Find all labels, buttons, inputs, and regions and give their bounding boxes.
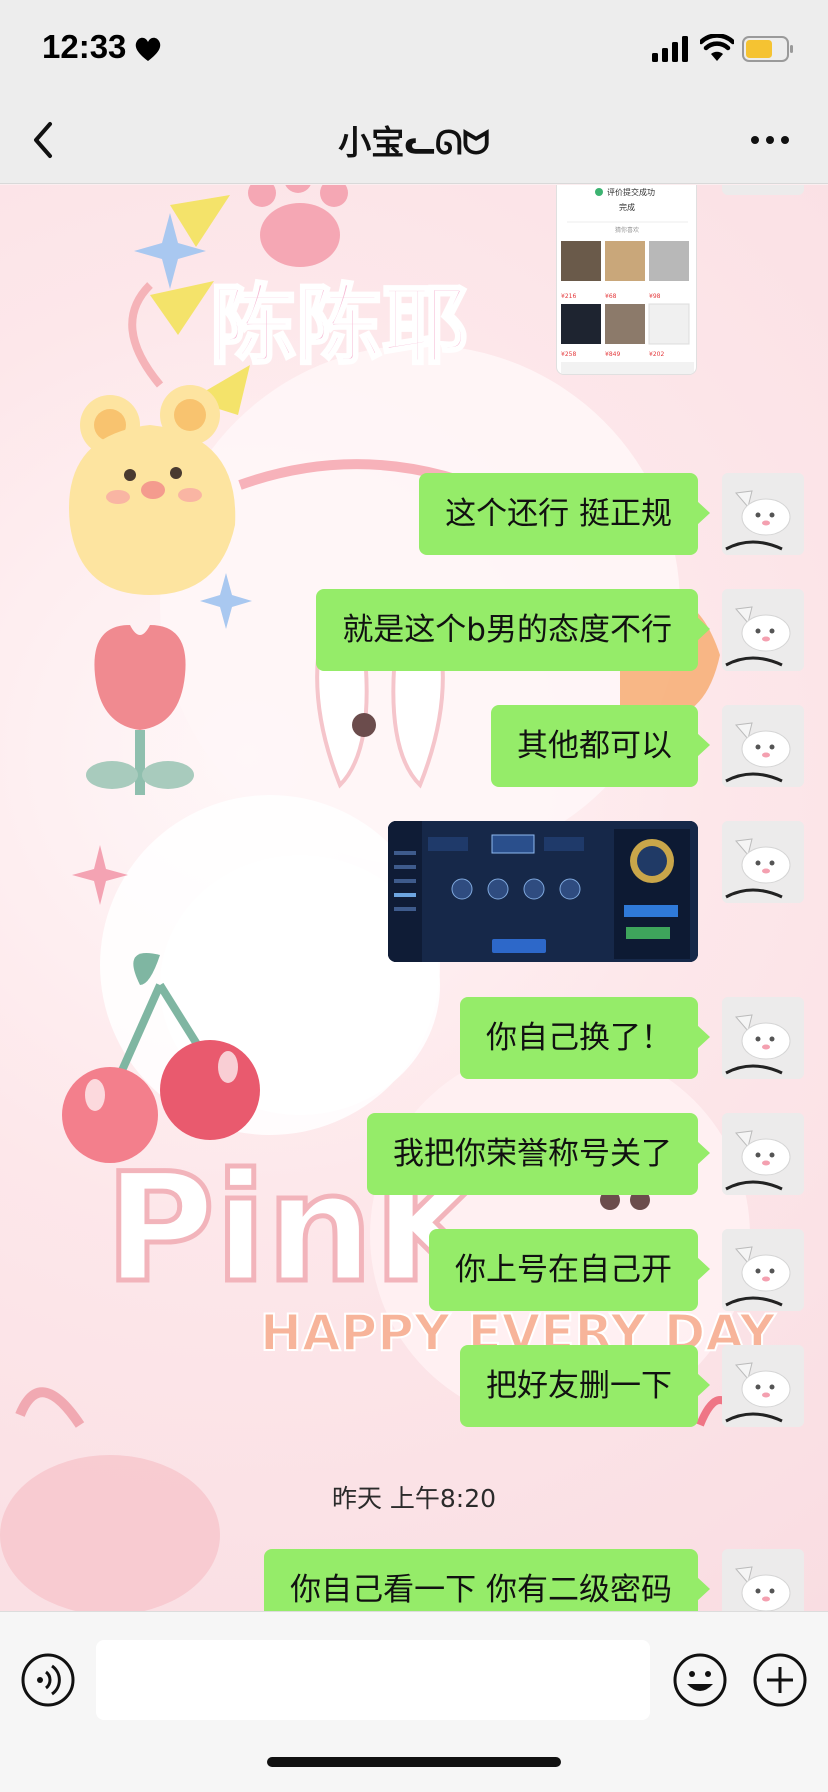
cat-avatar-icon [722, 997, 804, 1079]
message-bubble[interactable]: 你自己换了！ [460, 997, 710, 1079]
status-time: 12:33 [42, 28, 127, 65]
cat-avatar-icon [722, 185, 804, 195]
game-screenshot-image [388, 821, 698, 962]
battery-icon [742, 36, 793, 62]
cat-avatar-icon [722, 821, 804, 903]
cat-avatar-icon [722, 1345, 804, 1427]
message-bubble[interactable]: 我把你荣誉称号关了 [367, 1113, 710, 1195]
message-bubble[interactable]: 其他都可以 [491, 705, 710, 787]
avatar[interactable] [722, 1113, 804, 1195]
shop-screenshot-image: 评价提交成功 完成 猜你喜欢 ¥216 ¥68 ¥98 ¥258 ¥849 ¥2… [561, 187, 694, 374]
cat-avatar-icon [722, 1113, 804, 1195]
shop-status: 评价提交成功 [607, 187, 655, 197]
shop-price-1: ¥216 [561, 293, 576, 300]
cat-avatar-icon [722, 1229, 804, 1311]
plus-icon[interactable] [752, 1652, 808, 1708]
avatar[interactable] [722, 705, 804, 787]
message-bubble[interactable]: 这个还行 挺正规 [419, 473, 710, 555]
emoji-icon[interactable] [672, 1652, 728, 1708]
avatar[interactable] [722, 1549, 804, 1611]
message-bubble[interactable]: 把好友删一下 [460, 1345, 710, 1427]
shop-price-6: ¥202 [649, 351, 664, 358]
wifi-icon [700, 34, 734, 61]
shop-price-3: ¥98 [649, 293, 661, 300]
cat-avatar-icon [722, 473, 804, 555]
avatar[interactable] [722, 473, 804, 555]
chat-area[interactable]: 陈陈耶 PinK HAPPY EVERY DAY 评价提交成功 完成 猜你喜欢 … [0, 185, 828, 1611]
cell-signal-icon [652, 36, 688, 62]
cat-avatar-icon [722, 705, 804, 787]
avatar[interactable] [722, 589, 804, 671]
avatar[interactable] [722, 821, 804, 903]
more-options-icon[interactable] [748, 126, 792, 154]
voice-input-icon[interactable] [20, 1652, 76, 1708]
heart-icon [135, 37, 161, 61]
chat-title: 小宝ᓚᘏᗢ [338, 123, 490, 162]
nav-bar: 小宝ᓚᘏᗢ [0, 96, 828, 184]
shop-screenshot-message[interactable]: 评价提交成功 完成 猜你喜欢 ¥216 ¥68 ¥98 ¥258 ¥849 ¥2… [556, 185, 697, 375]
shop-section: 猜你喜欢 [615, 226, 639, 234]
message-bubble[interactable]: 你自己看一下 你有二级密码 [264, 1549, 710, 1611]
message-input[interactable] [96, 1640, 650, 1720]
wallpaper-title: 陈陈耶 [210, 276, 468, 376]
message-bubble[interactable]: 就是这个b男的态度不行 [316, 589, 710, 671]
home-indicator[interactable] [267, 1757, 561, 1767]
shop-price-4: ¥258 [561, 351, 576, 358]
status-bar: 12:33 [0, 0, 828, 96]
cat-avatar-icon [722, 589, 804, 671]
cat-avatar-icon [722, 1549, 804, 1611]
avatar[interactable] [722, 997, 804, 1079]
shop-price-5: ¥849 [605, 351, 620, 358]
shop-price-2: ¥68 [605, 293, 617, 300]
shop-done-button: 完成 [619, 202, 635, 212]
game-screenshot-message[interactable] [388, 821, 698, 962]
avatar[interactable] [722, 185, 804, 195]
avatar[interactable] [722, 1229, 804, 1311]
avatar[interactable] [722, 1345, 804, 1427]
message-bubble[interactable]: 你上号在自己开 [429, 1229, 710, 1311]
time-divider: 昨天 上午8:20 [331, 1484, 497, 1513]
